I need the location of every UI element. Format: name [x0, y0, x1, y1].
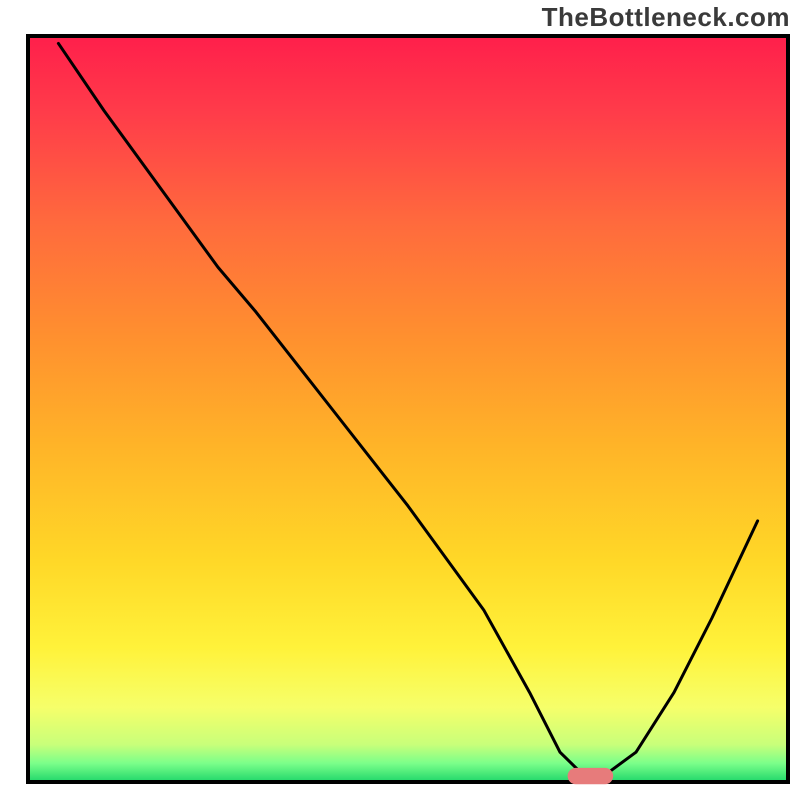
- chart-container: TheBottleneck.com: [0, 0, 800, 800]
- bottleneck-chart: [0, 0, 800, 800]
- plot-background: [28, 36, 788, 782]
- watermark-text: TheBottleneck.com: [542, 2, 790, 33]
- optimal-range-marker: [568, 768, 614, 784]
